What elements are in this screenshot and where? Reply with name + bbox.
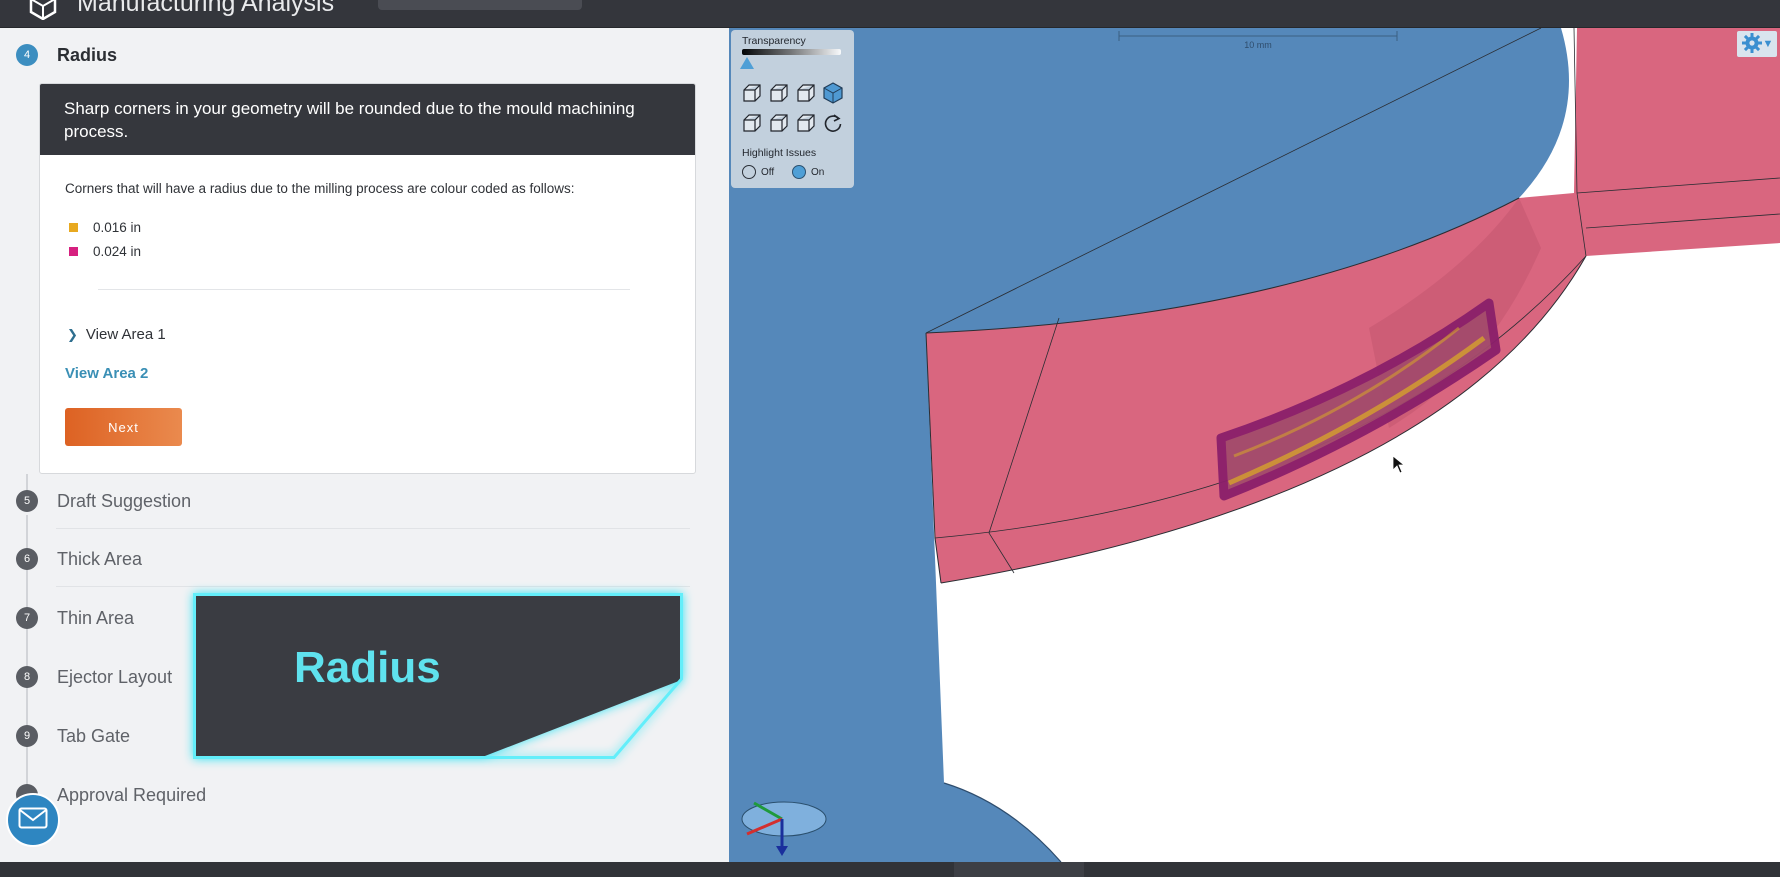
scale-bar-label: 10 mm bbox=[1244, 40, 1272, 50]
legend-item-0016: 0.016 in bbox=[69, 220, 141, 235]
view-buttons bbox=[741, 82, 851, 134]
step-number: 8 bbox=[16, 666, 38, 688]
step-label: Approval Required bbox=[57, 784, 207, 805]
step-number: 6 bbox=[16, 548, 38, 570]
app-window: Manufacturing Analysis 4 Radius Sharp co… bbox=[0, 0, 1780, 877]
step-thick-area[interactable]: 6 Thick Area bbox=[16, 545, 142, 573]
top-bar: Manufacturing Analysis bbox=[0, 0, 1780, 28]
transparency-slider-thumb[interactable] bbox=[740, 57, 754, 69]
radio-label: On bbox=[811, 166, 825, 178]
step-number: 7 bbox=[16, 607, 38, 629]
step-label: Thin Area bbox=[57, 607, 135, 628]
part-model-render[interactable]: 10 mm bbox=[729, 28, 1780, 862]
bottom-bar bbox=[0, 862, 1780, 877]
card-divider bbox=[98, 289, 630, 290]
step-number: 4 bbox=[16, 44, 38, 66]
chevron-right-icon: ❯ bbox=[67, 326, 78, 342]
highlight-issues-label: Highlight Issues bbox=[742, 147, 817, 159]
mail-icon bbox=[18, 807, 48, 834]
radio-circle bbox=[742, 165, 756, 179]
highlight-on-radio[interactable]: On bbox=[792, 165, 824, 179]
model-viewport[interactable]: 10 mm Transparency Highlight Issues Off … bbox=[729, 28, 1780, 862]
view-toolbox: Transparency Highlight Issues Off On bbox=[731, 30, 854, 188]
cube-iso-icon[interactable] bbox=[822, 82, 844, 104]
overlay-title: Radius bbox=[294, 643, 441, 692]
card-description: Corners that will have a radius due to t… bbox=[65, 181, 575, 196]
step-number: 5 bbox=[16, 490, 38, 512]
caret-down-icon: ▼ bbox=[1762, 38, 1774, 50]
top-tab[interactable] bbox=[378, 0, 582, 10]
step-tab-gate[interactable]: 9 Tab Gate bbox=[16, 722, 130, 750]
transparency-slider[interactable] bbox=[742, 49, 841, 55]
highlight-off-radio[interactable]: Off bbox=[742, 165, 774, 179]
cube-front-icon[interactable] bbox=[741, 82, 763, 104]
step-label: Draft Suggestion bbox=[57, 490, 192, 511]
step-ejector-layout[interactable]: 8 Ejector Layout bbox=[16, 663, 172, 691]
step-draft-suggestion[interactable]: 5 Draft Suggestion bbox=[16, 487, 191, 515]
radio-circle bbox=[792, 165, 806, 179]
view-area-2-link[interactable]: View Area 2 bbox=[65, 365, 148, 382]
view-area-1-toggle[interactable]: ❯ View Area 1 bbox=[67, 326, 166, 343]
radius-title-overlay: Radius bbox=[193, 593, 683, 759]
step-divider bbox=[56, 586, 690, 587]
view-area-1-label: View Area 1 bbox=[85, 326, 166, 343]
cube-left-icon[interactable] bbox=[768, 112, 790, 134]
cube-back-icon[interactable] bbox=[741, 112, 763, 134]
cube-side-icon[interactable] bbox=[768, 82, 790, 104]
card-header: Sharp corners in your geometry will be r… bbox=[40, 84, 695, 155]
cube-top-icon[interactable] bbox=[795, 82, 817, 104]
app-title: Manufacturing Analysis bbox=[77, 0, 335, 17]
legend-swatch-magenta bbox=[69, 247, 78, 256]
next-button[interactable]: Next bbox=[65, 408, 182, 446]
settings-menu-button[interactable]: ▼ bbox=[1737, 31, 1777, 57]
step-label: Radius bbox=[57, 44, 118, 65]
step-label: Thick Area bbox=[57, 548, 143, 569]
radius-step-card: Sharp corners in your geometry will be r… bbox=[39, 83, 696, 474]
gear-icon bbox=[1741, 32, 1763, 57]
cube-bottom-icon[interactable] bbox=[795, 112, 817, 134]
step-thin-area[interactable]: 7 Thin Area bbox=[16, 604, 134, 632]
radio-label: Off bbox=[761, 166, 775, 178]
step-radius[interactable]: 4 Radius bbox=[16, 41, 117, 69]
step-label: Tab Gate bbox=[57, 725, 131, 746]
step-divider bbox=[56, 528, 690, 529]
transparency-label: Transparency bbox=[742, 35, 806, 47]
legend-label: 0.024 in bbox=[93, 244, 142, 259]
contact-mail-button[interactable] bbox=[6, 793, 60, 847]
step-number: 9 bbox=[16, 725, 38, 747]
bottom-bar-tab[interactable] bbox=[954, 862, 1084, 877]
legend-swatch-yellow bbox=[69, 223, 78, 232]
app-logo-icon bbox=[28, 0, 58, 21]
reset-view-icon[interactable] bbox=[822, 112, 844, 134]
legend-item-0024: 0.024 in bbox=[69, 244, 141, 259]
step-label: Ejector Layout bbox=[57, 666, 173, 687]
legend-label: 0.016 in bbox=[93, 220, 142, 235]
